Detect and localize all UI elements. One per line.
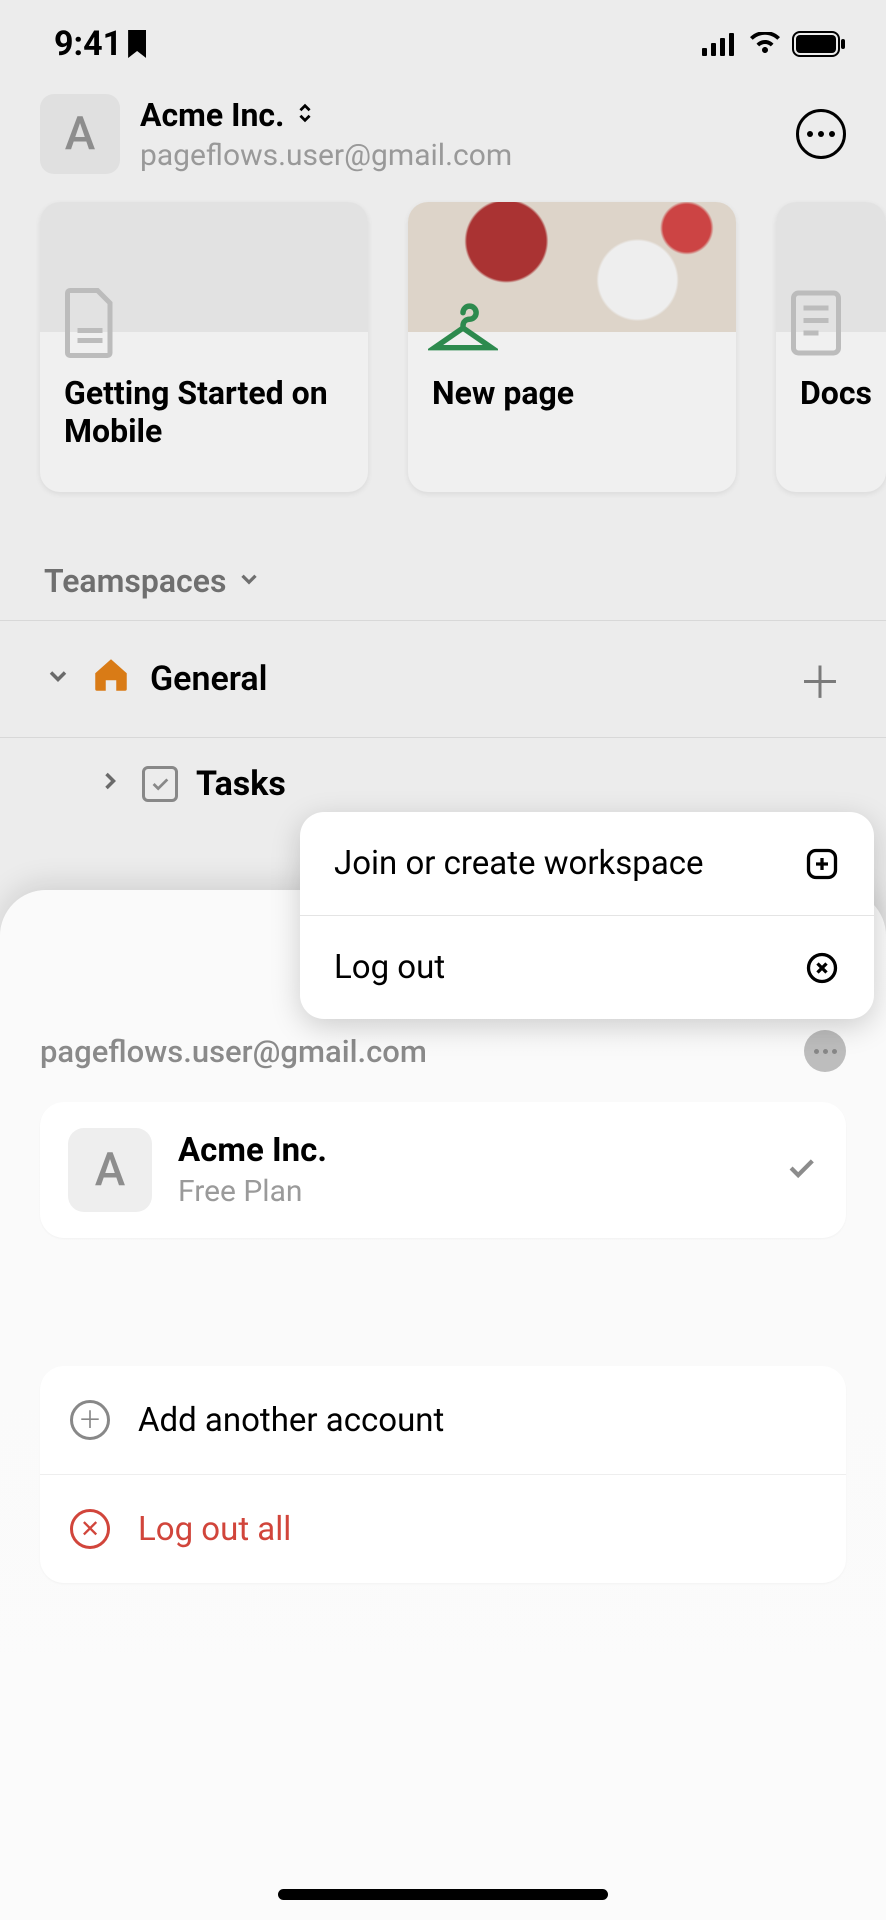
workspace-select-row[interactable]: A Acme Inc. Free Plan xyxy=(40,1102,846,1238)
account-actions: ＋ Add another account ✕ Log out all xyxy=(40,1366,846,1583)
popup-item-label: Join or create workspace xyxy=(334,844,704,883)
teamspace-row-general[interactable]: General ＋ xyxy=(0,620,886,737)
page-icon xyxy=(60,288,120,362)
hanger-icon xyxy=(428,298,498,362)
teamspace-name: General xyxy=(150,659,268,699)
home-indicator[interactable] xyxy=(278,1889,608,1900)
status-indicators xyxy=(702,31,846,57)
workspace-options-popup: Join or create workspace Log out xyxy=(300,812,874,1019)
document-icon xyxy=(786,288,846,362)
workspace-name: Acme Inc. xyxy=(140,96,284,134)
workspace-name: Acme Inc. xyxy=(178,1131,327,1170)
popup-item-label: Log out xyxy=(334,948,445,987)
option-label: Add another account xyxy=(138,1401,444,1440)
more-button[interactable] xyxy=(796,109,846,159)
status-bar: 9:41 xyxy=(0,0,886,74)
page-card[interactable]: New page xyxy=(408,202,736,492)
workspace-email: pageflows.user@gmail.com xyxy=(140,138,796,173)
add-page-button[interactable]: ＋ xyxy=(798,647,842,711)
status-time-group: 9:41 xyxy=(54,24,146,64)
plus-circle-icon: ＋ xyxy=(70,1400,110,1440)
chevron-down-icon[interactable] xyxy=(44,659,72,699)
section-label-text: Teamspaces xyxy=(44,562,226,600)
card-title: Getting Started on Mobile xyxy=(64,374,344,451)
account-more-button[interactable] xyxy=(804,1030,846,1072)
sheet-email: pageflows.user@gmail.com xyxy=(40,1033,427,1070)
close-circle-icon: ✕ xyxy=(70,1509,110,1549)
page-card[interactable]: Docs xyxy=(776,202,886,492)
bookmark-icon xyxy=(128,30,146,58)
option-label: Log out all xyxy=(138,1510,291,1549)
checkmark-icon xyxy=(784,1151,818,1189)
account-sheet: pageflows.user@gmail.com A Acme Inc. Fre… xyxy=(0,890,886,1920)
battery-icon xyxy=(792,31,846,57)
status-time: 9:41 xyxy=(54,24,122,64)
checkbox-icon xyxy=(142,766,178,802)
add-account-button[interactable]: ＋ Add another account xyxy=(40,1366,846,1474)
chevron-right-icon[interactable] xyxy=(96,764,124,804)
workspace-switcher[interactable]: Acme Inc. pageflows.user@gmail.com xyxy=(140,96,796,173)
teamspaces-toggle[interactable]: Teamspaces xyxy=(0,492,886,620)
page-name: Tasks xyxy=(196,764,286,804)
workspace-avatar: A xyxy=(68,1128,152,1212)
logout-button[interactable]: Log out xyxy=(300,915,874,1019)
chevron-updown-icon xyxy=(294,102,316,128)
recent-cards: Getting Started on Mobile New page Docs xyxy=(0,202,886,492)
cellular-icon xyxy=(702,32,738,56)
home-icon xyxy=(90,654,132,705)
card-title: New page xyxy=(432,374,712,412)
workspace-avatar[interactable]: A xyxy=(40,94,120,174)
logout-all-button[interactable]: ✕ Log out all xyxy=(40,1474,846,1583)
join-create-workspace-button[interactable]: Join or create workspace xyxy=(300,812,874,915)
card-title: Docs xyxy=(800,374,862,412)
page-card[interactable]: Getting Started on Mobile xyxy=(40,202,368,492)
workspace-header: A Acme Inc. pageflows.user@gmail.com xyxy=(0,74,886,202)
chevron-down-icon xyxy=(236,562,262,600)
close-circle-icon xyxy=(804,950,840,986)
workspace-plan: Free Plan xyxy=(178,1174,327,1209)
wifi-icon xyxy=(748,32,782,56)
plus-square-icon xyxy=(804,846,840,882)
